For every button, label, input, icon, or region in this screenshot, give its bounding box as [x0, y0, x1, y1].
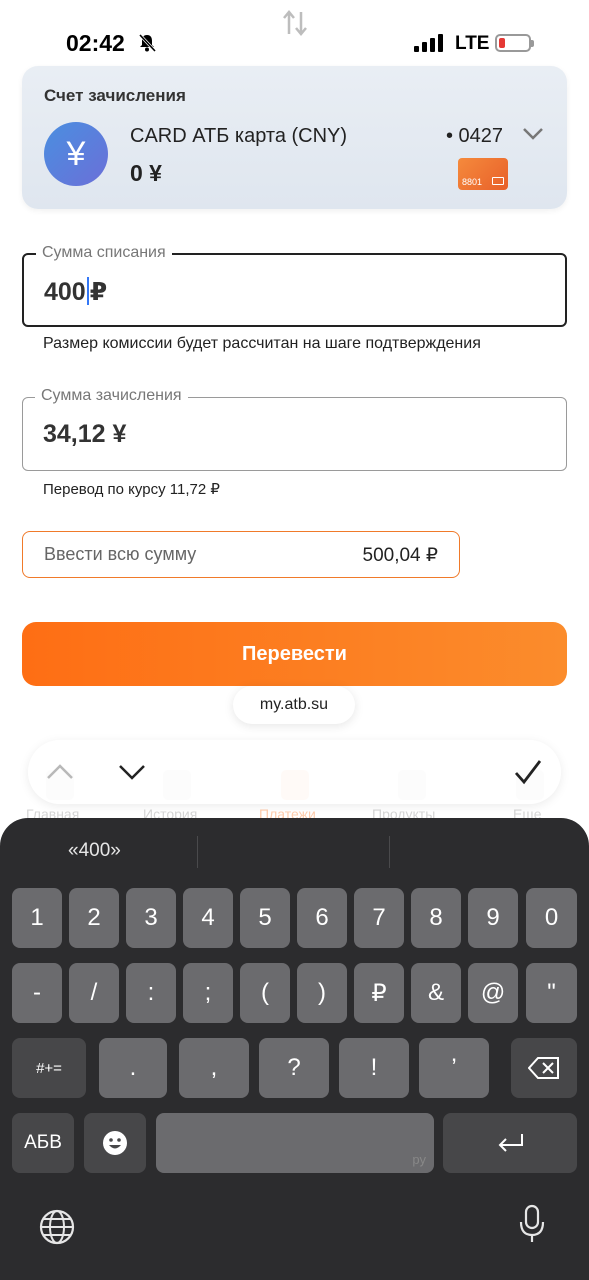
enter-full-amount-button[interactable]: Ввести всю сумму 500,04 ₽	[22, 531, 460, 578]
card-number: • 0427	[446, 125, 504, 147]
key-quote[interactable]: "	[526, 963, 577, 1023]
key-ampersand[interactable]: &	[411, 963, 461, 1023]
space-key[interactable]: ру	[156, 1113, 434, 1173]
key-5[interactable]: 5	[240, 888, 290, 948]
transfer-button[interactable]: Перевести	[22, 622, 567, 686]
swap-arrows-icon	[280, 8, 310, 43]
network-type: LTE	[455, 33, 490, 54]
key-3[interactable]: 3	[126, 888, 176, 948]
key-comma[interactable]: ,	[179, 1038, 249, 1098]
microphone-icon[interactable]	[518, 1204, 546, 1249]
key-exclamation[interactable]: !	[339, 1038, 409, 1098]
key-0[interactable]: 0	[526, 888, 577, 948]
key-9[interactable]: 9	[468, 888, 518, 948]
debit-amount-label: Сумма списания	[36, 244, 172, 262]
key-symbols[interactable]: #+=	[12, 1038, 86, 1098]
key-1[interactable]: 1	[12, 888, 62, 948]
account-card[interactable]: Счет зачисления ¥ CARD АТБ карта (CNY) 0…	[22, 66, 567, 209]
key-6[interactable]: 6	[297, 888, 347, 948]
key-colon[interactable]: :	[126, 963, 176, 1023]
checkmark-icon[interactable]	[510, 754, 546, 790]
bell-muted-icon	[137, 33, 157, 58]
key-ruble[interactable]: ₽	[354, 963, 404, 1023]
credit-amount-field[interactable]: Сумма зачисления 34,12 ¥	[22, 387, 567, 471]
signal-icon	[414, 34, 443, 52]
card-thumbnail: 8801	[458, 158, 508, 190]
chevron-down-icon[interactable]	[114, 754, 150, 790]
credit-amount-label: Сумма зачисления	[35, 387, 188, 405]
key-hyphen[interactable]: -	[12, 963, 62, 1023]
return-icon	[498, 1134, 523, 1152]
card-balance: 0 ¥	[130, 160, 162, 186]
key-paren-close[interactable]: )	[297, 963, 347, 1023]
credit-amount-value[interactable]: 34,12 ¥	[43, 420, 126, 449]
backspace-icon	[528, 1057, 559, 1079]
globe-icon[interactable]	[38, 1208, 76, 1251]
key-4[interactable]: 4	[183, 888, 233, 948]
commission-hint: Размер комиссии будет рассчитан на шаге …	[43, 335, 481, 352]
key-7[interactable]: 7	[354, 888, 404, 948]
key-8[interactable]: 8	[411, 888, 461, 948]
rate-hint: Перевод по курсу 11,72 ₽	[43, 481, 220, 498]
full-amount-label: Ввести всю сумму	[44, 544, 197, 564]
chevron-up-icon[interactable]	[42, 754, 78, 790]
keyboard-suggestion[interactable]: «400»	[68, 840, 121, 862]
emoji-icon	[103, 1131, 127, 1155]
key-period[interactable]: .	[99, 1038, 167, 1098]
account-title: Счет зачисления	[44, 86, 186, 105]
key-paren-open[interactable]: (	[240, 963, 290, 1023]
full-amount-value: 500,04 ₽	[362, 545, 438, 566]
key-slash[interactable]: /	[69, 963, 119, 1023]
status-time: 02:42	[66, 30, 125, 56]
url-pill[interactable]: my.atb.su	[233, 686, 355, 724]
chevron-down-icon[interactable]	[522, 127, 544, 146]
keyboard-accessory-bar	[28, 740, 561, 804]
key-semicolon[interactable]: ;	[183, 963, 233, 1023]
key-at[interactable]: @	[468, 963, 518, 1023]
return-key[interactable]	[443, 1113, 577, 1173]
debit-amount-field[interactable]: Сумма списания 400 ₽	[22, 244, 567, 327]
emoji-key[interactable]	[84, 1113, 146, 1173]
debit-amount-value[interactable]: 400 ₽	[44, 277, 107, 307]
key-2[interactable]: 2	[69, 888, 119, 948]
card-name: CARD АТБ карта (CNY)	[130, 125, 348, 147]
key-apostrophe[interactable]: ’	[419, 1038, 489, 1098]
status-bar: 02:42 LTE	[0, 0, 589, 64]
text-caret	[86, 277, 89, 305]
yuan-icon: ¥	[44, 122, 108, 186]
key-question[interactable]: ?	[259, 1038, 329, 1098]
key-abc[interactable]: АБВ	[12, 1113, 74, 1173]
keyboard: «400» 1 2 3 4 5 6 7 8 9 0 - / : ; ( ) ₽ …	[0, 818, 589, 1280]
battery-icon	[495, 34, 534, 52]
backspace-key[interactable]	[511, 1038, 577, 1098]
